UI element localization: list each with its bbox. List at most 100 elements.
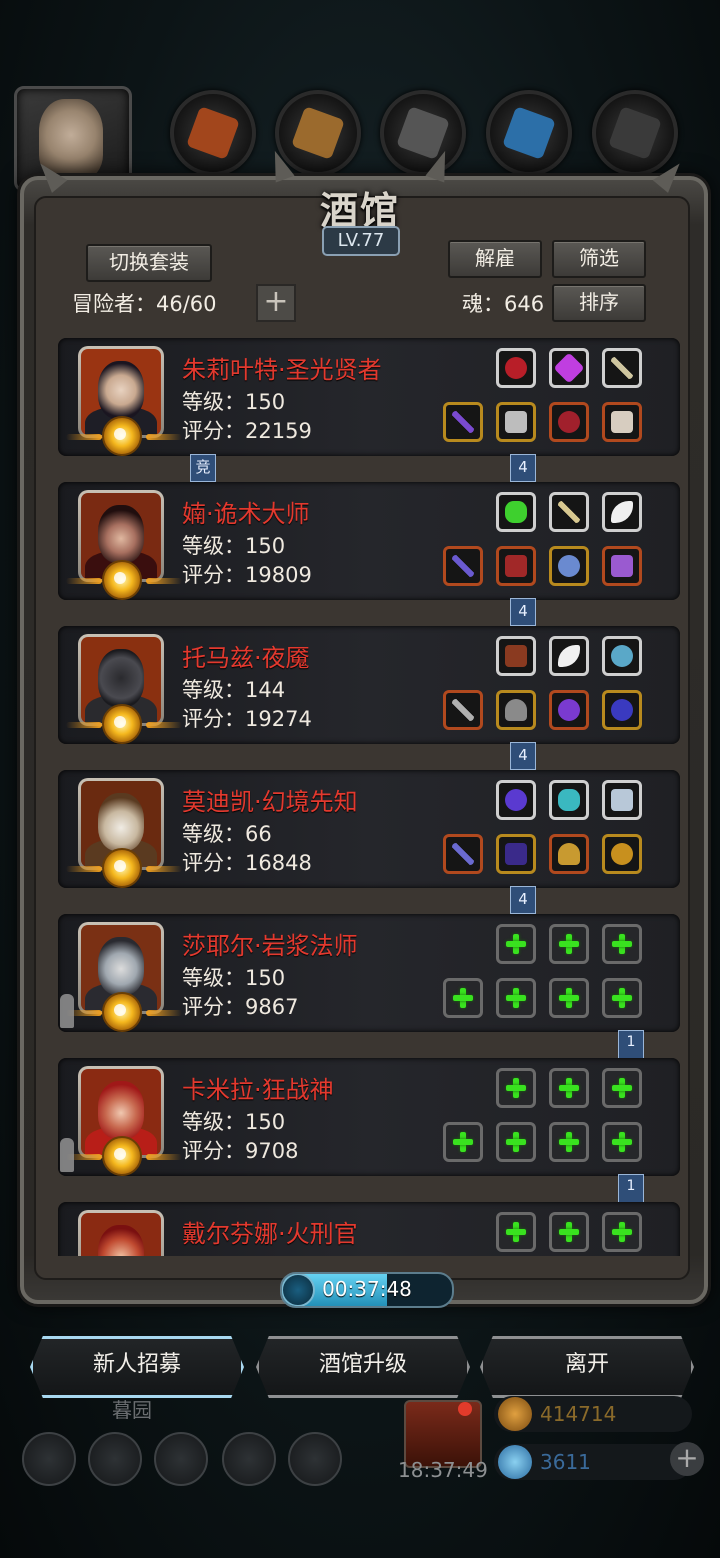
plus-icon [559,1078,579,1098]
filter-button[interactable]: 筛选 [552,240,646,278]
equip-orb-icon[interactable] [549,402,589,442]
map-icon[interactable] [154,1432,208,1486]
equip-sword-icon[interactable] [443,546,483,586]
rank-wing-right [146,1154,182,1160]
equip-gem-icon[interactable] [549,348,589,388]
equip-ring-icon[interactable] [602,690,642,730]
equip-helmet-icon[interactable] [549,834,589,874]
add-equipment-button[interactable] [602,1212,642,1252]
hero-list[interactable]: 朱莉叶特·圣光贤者 等级：150 评分：22159 竞 4 婻·诡术大师 等级：… [38,330,682,1256]
hero-card[interactable]: 朱莉叶特·圣光贤者 等级：150 评分：22159 [58,338,680,456]
equip-amulet-icon[interactable] [496,348,536,388]
hero-card[interactable]: 莎耶尔·岩浆法师 等级：150 评分：9867 [58,914,680,1032]
resource-meat-icon[interactable] [170,90,256,176]
add-equipment-button[interactable] [549,1122,589,1162]
hero-name: 戴尔芬娜·火刑官 [182,1220,358,1248]
equip-helmet-icon[interactable] [496,690,536,730]
equip-book-icon[interactable] [496,636,536,676]
resource-stone-icon[interactable] [380,90,466,176]
equip-ring-icon[interactable] [602,834,642,874]
add-equipment-button[interactable] [443,978,483,1018]
equip-armor-icon[interactable] [496,402,536,442]
set-link-tag: 4 [510,598,536,626]
add-equipment-button[interactable] [496,978,536,1018]
hero-card[interactable]: 卡米拉·狂战神 等级：150 评分：9708 [58,1058,680,1176]
rank-wing-right [146,578,182,584]
hero-level: 等级：150 [182,966,286,990]
set-link-tag: 4 [510,886,536,914]
gold-icon [498,1397,532,1431]
upgrade-tavern-button[interactable]: 酒馆升级 [256,1336,470,1398]
equip-orb-icon[interactable] [549,690,589,730]
hero-level: 等级：150 [182,534,286,558]
add-equipment-button[interactable] [549,924,589,964]
equip-staff-icon[interactable] [443,402,483,442]
gem-icon [498,1445,532,1479]
add-equipment-button[interactable] [549,1068,589,1108]
equip-potion-icon[interactable] [496,492,536,532]
recruit-button[interactable]: 新人招募 [30,1336,244,1398]
switch-set-button[interactable]: 切换套装 [86,244,212,282]
set-link-tag: 4 [510,742,536,770]
hero-score: 评分：22159 [182,419,312,443]
rank-wing-right [146,722,182,728]
equip-cloak-icon[interactable] [496,834,536,874]
hero-card[interactable]: 莫迪凯·幻境先知 等级：66 评分：16848 [58,770,680,888]
shop-icon[interactable] [288,1432,342,1486]
equip-feather-icon[interactable] [549,636,589,676]
equip-emblem-icon[interactable] [602,546,642,586]
rank-wing-left [66,722,102,728]
idle-status-icon [60,1138,74,1172]
leave-button[interactable]: 离开 [480,1336,694,1398]
equip-wand-icon[interactable] [602,348,642,388]
sort-button[interactable]: 排序 [552,284,646,322]
mail-icon[interactable] [222,1432,276,1486]
add-equipment-button[interactable] [549,978,589,1018]
equip-sword-icon[interactable] [443,690,483,730]
equip-wand-icon[interactable] [549,492,589,532]
rank-medal-icon [102,848,142,888]
hero-card[interactable]: 托马兹·夜魇 等级：144 评分：19274 [58,626,680,744]
rank-wing-right [146,1010,182,1016]
expand-capacity-button[interactable]: + [256,284,296,322]
add-equipment-button[interactable] [549,1212,589,1252]
equip-orb-icon[interactable] [496,780,536,820]
add-equipment-button[interactable] [496,1122,536,1162]
add-equipment-button[interactable] [496,1212,536,1252]
rank-medal-icon [102,992,142,1032]
hero-score: 评分：19274 [182,707,312,731]
equip-scroll-icon[interactable] [602,780,642,820]
dismiss-button[interactable]: 解雇 [448,240,542,278]
resource-iron-icon[interactable] [592,90,678,176]
timer-text: 00:37:48 [322,1277,412,1301]
plus-icon [559,1222,579,1242]
equip-medal-icon[interactable] [602,402,642,442]
add-equipment-button[interactable] [602,924,642,964]
equip-armor-icon[interactable] [496,546,536,586]
achievement-icon[interactable] [88,1432,142,1486]
equip-stone-icon[interactable] [549,780,589,820]
equip-mace-icon[interactable] [549,546,589,586]
plus-icon [506,1132,526,1152]
add-equipment-button[interactable] [496,924,536,964]
hero-level: 等级：66 [182,822,272,846]
hero-card[interactable]: 戴尔芬娜·火刑官 [58,1202,680,1256]
settings-icon[interactable] [22,1432,76,1486]
hero-card[interactable]: 婻·诡术大师 等级：150 评分：19809 [58,482,680,600]
add-equipment-button[interactable] [602,1122,642,1162]
add-equipment-button[interactable] [602,978,642,1018]
plus-icon [612,1132,632,1152]
add-equipment-button[interactable] [443,1122,483,1162]
add-equipment-button[interactable] [496,1068,536,1108]
add-gems-button[interactable]: + [670,1442,704,1476]
add-equipment-button[interactable] [602,1068,642,1108]
rank-wing-right [146,434,182,440]
resource-crystal-icon[interactable] [486,90,572,176]
equip-amulet-icon[interactable] [602,636,642,676]
plus-icon [506,1078,526,1098]
equip-sword-icon[interactable] [443,834,483,874]
rank-wing-left [66,434,102,440]
equip-feather-icon[interactable] [602,492,642,532]
plus-icon [559,1132,579,1152]
hero-portrait [78,1210,164,1256]
